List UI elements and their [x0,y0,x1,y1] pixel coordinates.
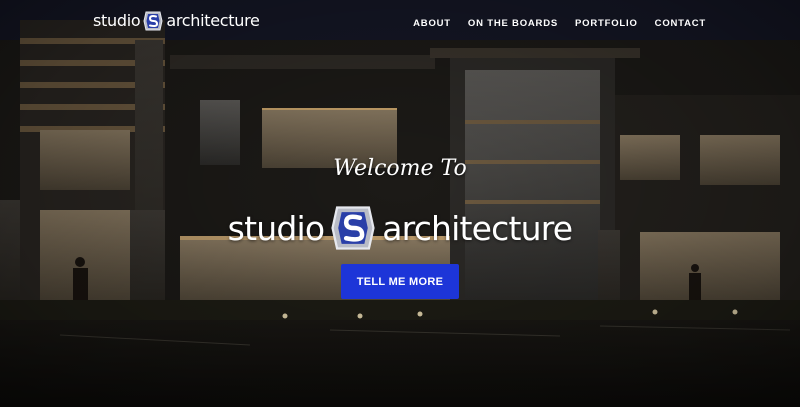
hero-logo-word-studio: studio [227,208,325,248]
studio-s-emblem-icon [331,206,375,250]
nav-menu: ABOUT ON THE BOARDS PORTFOLIO CONTACT [396,18,706,29]
hero-logo: studio architecture [210,203,590,253]
top-navbar: studio architecture ABOUT ON THE BOARDS … [0,0,800,48]
nav-contact-link[interactable]: CONTACT [655,18,706,29]
brand-logo[interactable]: studio architecture [93,9,260,33]
brand-word-studio: studio [93,11,141,30]
nav-about-link[interactable]: ABOUT [413,18,451,29]
hero-section: studio architecture ABOUT ON THE BOARDS … [0,0,800,407]
hero-logo-word-architecture: architecture [382,208,573,248]
nav-on-the-boards-link[interactable]: ON THE BOARDS [468,18,558,29]
studio-s-emblem-icon [143,11,163,31]
nav-portfolio-link[interactable]: PORTFOLIO [575,18,638,29]
brand-word-architecture: architecture [166,11,260,30]
hero-welcome-heading: Welcome To [333,156,467,181]
tell-me-more-button[interactable]: TELL ME MORE [341,264,459,299]
